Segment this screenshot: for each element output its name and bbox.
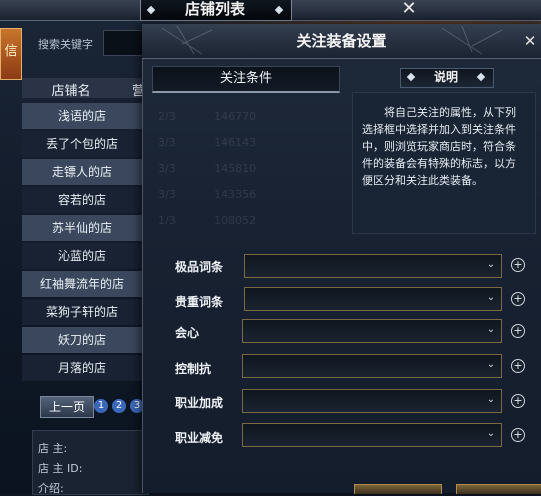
chevron-down-icon: ⌄ (486, 292, 496, 303)
page-2-button[interactable]: 2 (112, 399, 126, 413)
owner-id-label: 店 主 ID: (38, 462, 83, 475)
field-label: 控制抗 (175, 362, 212, 376)
field-label: 会心 (175, 326, 200, 340)
store-row[interactable]: 沁蓝的店 (22, 243, 142, 269)
field-label: 职业加成 (175, 396, 224, 410)
owner-label: 店 主: (38, 442, 68, 455)
add-condition-button[interactable]: + (511, 292, 525, 306)
field-label: 贵重词条 (175, 295, 224, 309)
class-reduction-select[interactable]: ⌄ (242, 423, 502, 447)
faded-row: 1/3 108052 (158, 214, 257, 227)
faded-row: 3/3 143356 (158, 188, 257, 201)
premium-affix-select[interactable]: ⌄ (244, 254, 502, 278)
column-store-name: 店铺名 (51, 84, 91, 99)
store-window-title: 店铺列表 (184, 0, 245, 18)
store-row[interactable]: 走镖人的店 (22, 159, 142, 185)
control-resist-select[interactable]: ⌄ (242, 354, 502, 378)
faded-row: 3/3 145810 (158, 162, 257, 175)
chevron-down-icon: ⌄ (486, 394, 496, 405)
search-label: 搜索关键字 (38, 38, 93, 51)
store-row[interactable]: 苏半仙的店 (22, 215, 142, 241)
add-condition-button[interactable]: + (511, 324, 525, 338)
chevron-down-icon: ⌄ (486, 259, 496, 270)
store-row[interactable]: 丢了个包的店 (22, 131, 142, 157)
faded-background-list: 2/3 146770 3/3 146143 3/3 145810 3/3 143… (150, 102, 345, 252)
critical-select[interactable]: ⌄ (242, 319, 502, 343)
search-input[interactable] (103, 30, 145, 56)
description-text: 将自己关注的属性，从下列选择框中选择并加入到关注条件中，则浏览玩家商店时，符合条… (362, 106, 516, 187)
add-condition-button[interactable]: + (511, 428, 525, 442)
field-label: 职业减免 (175, 431, 224, 445)
store-row[interactable]: 红袖舞流年的店 (22, 271, 142, 297)
intro-label: 介绍: (38, 482, 64, 495)
chevron-down-icon: ⌄ (486, 428, 496, 439)
store-row[interactable]: 浅语的店 (22, 103, 142, 129)
faded-row: 2/3 146770 (158, 110, 257, 123)
faded-row: 3/3 146143 (158, 136, 257, 149)
dialog-title: 关注装备设置 (296, 32, 387, 50)
page-1-button[interactable]: 1 (94, 399, 108, 413)
side-banner: 信 (0, 28, 22, 80)
store-row[interactable]: 妖刀的店 (22, 327, 142, 353)
prev-page-button[interactable]: 上一页 (40, 396, 94, 418)
valuable-affix-select[interactable]: ⌄ (244, 287, 502, 311)
store-row[interactable]: 菜狗子轩的店 (22, 299, 142, 325)
store-row[interactable]: 容若的店 (22, 187, 142, 213)
class-bonus-select[interactable]: ⌄ (242, 389, 502, 413)
add-condition-button[interactable]: + (511, 359, 525, 373)
close-dialog-icon[interactable]: ✕ (520, 30, 540, 52)
tab-follow-conditions[interactable]: 关注条件 (152, 66, 340, 93)
add-condition-button[interactable]: + (511, 394, 525, 408)
description-title: 说明 (433, 70, 458, 84)
add-condition-button[interactable]: + (511, 258, 525, 272)
chevron-down-icon: ⌄ (486, 359, 496, 370)
field-label: 极品词条 (175, 260, 224, 274)
close-store-window-icon[interactable]: ✕ (398, 0, 420, 19)
store-row[interactable]: 月落的店 (22, 355, 142, 381)
chevron-down-icon: ⌄ (486, 324, 496, 335)
